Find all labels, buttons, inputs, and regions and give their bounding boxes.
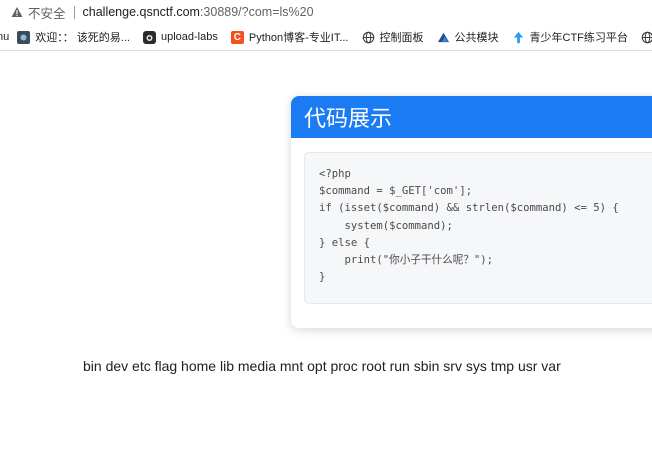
code-line: <?php <box>319 168 351 180</box>
address-bar[interactable]: 不安全 challenge.qsnctf.com:30889/?com=ls%2… <box>0 0 652 24</box>
code-block: <?php $command = $_GET['com']; if (isset… <box>304 152 652 304</box>
bookmark-label: nu <box>0 31 10 43</box>
code-line: if (isset($command) && strlen($command) … <box>319 202 619 215</box>
bookmark-label: Python博客-专业IT... <box>248 32 349 44</box>
bookmarks-bar: nu 欢迎：： 该死的易... upload-labs C Python博客-专… <box>0 24 652 51</box>
bookmark-partial-end[interactable]: 学 <box>641 29 652 45</box>
arrow-icon <box>512 31 525 44</box>
bookmark-public-module[interactable]: 公共模块 <box>437 29 499 45</box>
image-icon <box>17 30 31 44</box>
card-title: 代码展示 <box>304 107 393 132</box>
code-line: system($command); <box>319 219 453 232</box>
camera-icon <box>142 30 156 44</box>
bookmark-label: 青少年CTF练习平台 <box>529 32 628 44</box>
code-line: } else { <box>319 236 371 249</box>
code-text: <?php $command = $_GET['com']; if (isset… <box>305 153 652 286</box>
bookmark-partial[interactable]: nu <box>0 31 9 43</box>
globe-icon <box>362 31 375 44</box>
bookmark-ctf-platform[interactable]: 青少年CTF练习平台 <box>512 29 628 45</box>
command-output: bin dev etc flag home lib media mnt opt … <box>83 358 561 374</box>
bookmark-label: 控制面板 <box>379 32 424 44</box>
url-path[interactable]: :30889/?com=ls%20 <box>200 5 314 19</box>
security-label[interactable]: 不安全 <box>28 3 66 22</box>
bookmark-control-panel[interactable]: 控制面板 <box>362 29 424 45</box>
csdn-c-icon: C <box>230 30 244 44</box>
mountain-icon <box>437 31 450 44</box>
warning-icon[interactable] <box>11 6 23 18</box>
globe-icon <box>641 31 652 44</box>
bookmark-python-blog[interactable]: C Python博客-专业IT... <box>230 29 349 45</box>
url-host[interactable]: challenge.qsnctf.com <box>83 5 200 19</box>
code-line: $command = $_GET['com']; <box>319 185 473 198</box>
card-header: 代码展示 <box>291 96 652 138</box>
bookmark-label: upload-labs <box>160 31 218 43</box>
bookmark-label: 公共模块 <box>454 32 499 44</box>
code-line: } <box>319 271 326 284</box>
code-card: 代码展示 <?php $command = $_GET['com']; if (… <box>291 96 652 328</box>
bookmark-welcome[interactable]: 欢迎：： 该死的易... <box>17 29 130 45</box>
address-divider <box>73 5 75 19</box>
bookmark-upload-labs[interactable]: upload-labs <box>142 30 218 44</box>
code-line: print("你小子干什么呢？"); <box>319 254 494 267</box>
bookmark-label: 欢迎：： 该死的易... <box>35 32 130 44</box>
